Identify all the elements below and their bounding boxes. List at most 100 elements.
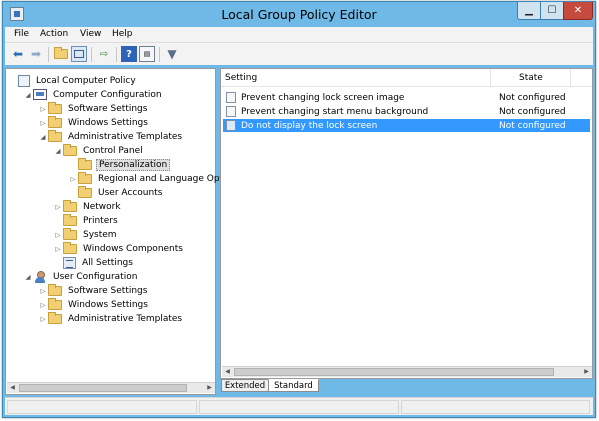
- scroll-left-icon[interactable]: ◀: [7, 383, 18, 393]
- title-bar[interactable]: Local Group Policy Editor ▁ ☐ ✕: [3, 2, 595, 27]
- tab-standard[interactable]: Standard: [268, 379, 319, 392]
- tree-item[interactable]: ◢ Administrative Templates: [38, 129, 184, 143]
- scroll-right-icon[interactable]: ▶: [581, 367, 592, 377]
- tree-item-label: User Configuration: [53, 271, 138, 282]
- export-list-icon[interactable]: ⇨: [96, 46, 112, 62]
- column-header: Setting State: [221, 69, 592, 87]
- help-icon[interactable]: ?: [121, 46, 137, 62]
- menu-file[interactable]: File: [14, 29, 29, 39]
- folder-icon: [48, 311, 62, 324]
- collapsed-arrow-icon[interactable]: ▷: [38, 301, 48, 309]
- up-folder-icon[interactable]: [53, 46, 69, 62]
- collapsed-arrow-icon[interactable]: ▷: [53, 231, 63, 239]
- expanded-arrow-icon[interactable]: ◢: [23, 273, 33, 281]
- tree-item-label: Software Settings: [68, 285, 148, 296]
- tree-item[interactable]: Local Computer Policy: [8, 74, 138, 87]
- tree-item[interactable]: ▷ Windows Settings: [38, 297, 150, 311]
- list-horizontal-scrollbar[interactable]: ◀ ▶: [222, 366, 592, 377]
- setting-state: Not configured: [499, 106, 566, 117]
- tree-item-label: Windows Settings: [68, 299, 148, 310]
- tree-item-label: Computer Configuration: [53, 89, 162, 100]
- maximize-button[interactable]: ☐: [540, 2, 564, 20]
- setting-row[interactable]: Prevent changing lock screen image Not co…: [223, 91, 590, 104]
- toolbar-separator: [116, 47, 117, 62]
- tree-item[interactable]: ◢ Control Panel: [53, 143, 145, 157]
- collapsed-arrow-icon[interactable]: ▷: [68, 175, 78, 183]
- tree-item[interactable]: ▷ Windows Settings: [38, 115, 150, 129]
- tree-horizontal-scrollbar[interactable]: ◀ ▶: [7, 382, 215, 393]
- close-icon: ✕: [573, 5, 583, 16]
- collapsed-arrow-icon[interactable]: ▷: [38, 105, 48, 113]
- scrollbar-thumb[interactable]: [19, 384, 187, 392]
- app-window: Local Group Policy Editor ▁ ☐ ✕ File Act…: [2, 1, 596, 418]
- show-hide-tree-icon[interactable]: [71, 46, 87, 62]
- policy-setting-icon: [226, 120, 236, 131]
- tree-item-label: System: [83, 229, 117, 240]
- column-state[interactable]: State: [491, 69, 571, 87]
- menu-view[interactable]: View: [80, 29, 101, 39]
- menu-bar: File Action View Help: [5, 27, 593, 42]
- tree-item[interactable]: ▷ Windows Components: [53, 241, 185, 255]
- tree-item-label: Control Panel: [83, 145, 143, 156]
- tree-item[interactable]: Personalization: [68, 157, 171, 171]
- back-arrow-icon[interactable]: ⬅: [10, 46, 26, 62]
- settings-list[interactable]: Setting State Prevent changing lock scre…: [220, 68, 593, 379]
- tree-item[interactable]: ▷ System: [53, 227, 119, 241]
- toolbar-separator: [48, 47, 49, 62]
- setting-name: Prevent changing lock screen image: [241, 92, 405, 103]
- computer-icon: [33, 89, 47, 100]
- tree-pane[interactable]: Local Computer Policy ◢ Computer Configura…: [5, 68, 241, 395]
- collapsed-arrow-icon[interactable]: ▷: [53, 203, 63, 211]
- tree-item[interactable]: ▷ Software Settings: [38, 283, 149, 297]
- tree-item[interactable]: ▷ Administrative Templates: [38, 311, 184, 325]
- folder-icon: [48, 129, 62, 142]
- collapsed-arrow-icon[interactable]: ▷: [38, 119, 48, 127]
- scroll-right-icon[interactable]: ▶: [204, 383, 215, 393]
- tree-item[interactable]: ▷ Network: [53, 199, 123, 213]
- folder-icon: [48, 297, 62, 310]
- expanded-arrow-icon[interactable]: ◢: [38, 133, 48, 141]
- folder-icon: [63, 213, 77, 226]
- forward-arrow-icon[interactable]: ➡: [28, 46, 44, 62]
- tree-item[interactable]: ▷ Regional and Language Options: [68, 171, 243, 185]
- collapsed-arrow-icon[interactable]: ▷: [38, 287, 48, 295]
- setting-name: Do not display the lock screen: [241, 120, 378, 131]
- status-cell: [7, 400, 197, 414]
- tree-item[interactable]: User Accounts: [68, 185, 164, 199]
- minimize-icon: ▁: [525, 5, 533, 16]
- tree-item[interactable]: ◢ Computer Configuration: [23, 88, 164, 101]
- setting-row[interactable]: Prevent changing start menu background No…: [223, 105, 590, 118]
- collapsed-arrow-icon[interactable]: ▷: [53, 245, 63, 253]
- tree-item[interactable]: All Settings: [53, 256, 135, 269]
- column-setting[interactable]: Setting: [221, 69, 491, 87]
- collapsed-arrow-icon[interactable]: ▷: [38, 315, 48, 323]
- expanded-arrow-icon[interactable]: ◢: [53, 147, 63, 155]
- setting-state: Not configured: [499, 120, 566, 131]
- scroll-left-icon[interactable]: ◀: [222, 367, 233, 377]
- minimize-button[interactable]: ▁: [517, 2, 541, 20]
- tree-item-label: Administrative Templates: [68, 131, 183, 142]
- policy-document-icon: [18, 74, 30, 87]
- scrollbar-thumb[interactable]: [234, 368, 554, 376]
- close-button[interactable]: ✕: [563, 2, 593, 20]
- setting-row[interactable]: Do not display the lock screen Not config…: [223, 119, 590, 132]
- tab-extended[interactable]: Extended: [221, 379, 269, 392]
- tree-item-label: Printers: [83, 215, 118, 226]
- filter-icon[interactable]: ▼: [164, 46, 180, 62]
- menu-help[interactable]: Help: [112, 29, 133, 39]
- folder-icon: [63, 227, 77, 240]
- tree-item-label: Windows Settings: [68, 117, 148, 128]
- policy-setting-icon: [226, 92, 236, 103]
- tree-item[interactable]: ◢ User Configuration: [23, 270, 139, 283]
- menu-action[interactable]: Action: [40, 29, 68, 39]
- expanded-arrow-icon[interactable]: ◢: [23, 91, 33, 99]
- properties-icon[interactable]: ▤: [139, 46, 155, 62]
- folder-icon: [78, 185, 92, 198]
- tree-item[interactable]: ▷ Software Settings: [38, 101, 149, 115]
- view-tabs: Extended Standard: [220, 379, 593, 393]
- tree-item[interactable]: Printers: [53, 213, 120, 227]
- setting-state: Not configured: [499, 92, 566, 103]
- user-icon: [33, 270, 47, 283]
- window-title: Local Group Policy Editor: [221, 7, 377, 22]
- tree-item-label: Administrative Templates: [68, 313, 183, 324]
